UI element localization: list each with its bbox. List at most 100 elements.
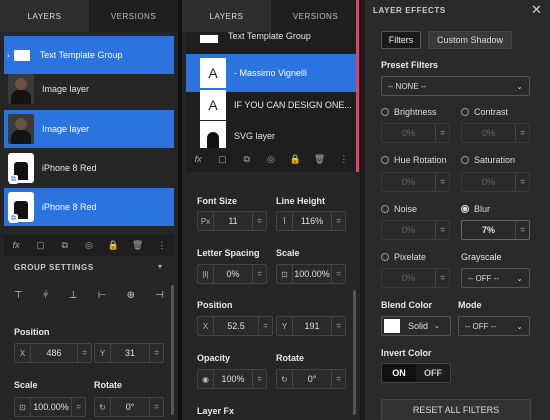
contrast-option[interactable]: Contrast [461, 107, 508, 117]
stepper-icon[interactable]: ≑ [435, 269, 449, 287]
align-bottom-icon[interactable]: ⊥ [69, 290, 78, 301]
noise-option[interactable]: Noise [381, 204, 417, 214]
hue-rotation-option[interactable]: Hue Rotation [381, 155, 447, 165]
position-y-input[interactable]: Y 31 ≑ [94, 343, 164, 363]
invert-toggle[interactable]: ON OFF [381, 363, 451, 383]
stepper-icon[interactable]: ≑ [435, 221, 449, 239]
grayscale-value: -- OFF -- [468, 273, 500, 283]
tab-layers[interactable]: LAYERS [182, 0, 271, 32]
more-icon[interactable]: ⋮ [155, 240, 169, 251]
mask-icon[interactable]: ▢ [33, 240, 47, 251]
stepper-icon[interactable]: ≑ [258, 317, 272, 335]
align-left-icon[interactable]: ⊢ [98, 290, 107, 301]
pixelate-input[interactable]: 0% ≑ [381, 268, 450, 288]
chevron-right-icon[interactable]: › [7, 51, 10, 60]
grayscale-select[interactable]: -- OFF -- ⌄ [461, 268, 530, 288]
align-center-icon[interactable]: ⊕ [127, 290, 135, 301]
layer-row-image[interactable]: Image layer [4, 110, 174, 148]
stepper-icon[interactable]: ≑ [149, 398, 163, 416]
stepper-icon[interactable]: ≑ [331, 212, 345, 230]
visibility-icon[interactable]: ◎ [82, 240, 96, 251]
tab-filters[interactable]: Filters [381, 31, 421, 49]
stepper-icon[interactable]: ≑ [77, 344, 91, 362]
font-size-input[interactable]: Px 11 ≑ [197, 211, 267, 231]
mode-select[interactable]: -- OFF -- ⌄ [458, 316, 530, 336]
rotate-input[interactable]: ↻ 0° ≑ [94, 397, 164, 417]
blend-color-mode: Solid [408, 321, 429, 331]
layer-row-image[interactable]: Image layer [4, 70, 174, 108]
mask-icon[interactable]: ▢ [215, 154, 229, 165]
stepper-icon[interactable]: ≑ [515, 221, 529, 239]
pixelate-option[interactable]: Pixelate [381, 252, 426, 262]
scale-value: 100.00% [33, 402, 69, 412]
stepper-icon[interactable]: ≑ [331, 370, 345, 388]
saturation-input[interactable]: 0% ≑ [461, 172, 530, 192]
scale-icon: ⊡ [277, 265, 293, 283]
fx-icon[interactable]: fx [9, 240, 23, 250]
stepper-icon[interactable]: ≑ [515, 124, 529, 142]
stepper-icon[interactable]: ≑ [252, 370, 266, 388]
noise-input[interactable]: 0% ≑ [381, 220, 450, 240]
blend-color-picker[interactable]: Solid ⌄ [381, 316, 451, 336]
opacity-input[interactable]: ◉ 100% ≑ [197, 369, 267, 389]
stepper-icon[interactable]: ≑ [331, 317, 345, 335]
tab-custom-shadow[interactable]: Custom Shadow [428, 31, 512, 49]
position-y-input[interactable]: Y 191 ≑ [276, 316, 346, 336]
brightness-option[interactable]: Brightness [381, 107, 437, 117]
scrollbar[interactable] [353, 290, 356, 415]
stepper-icon[interactable]: ≑ [71, 398, 85, 416]
scale-input[interactable]: ⊡ 100.00% ≑ [276, 264, 346, 284]
rotate-icon: ↻ [95, 398, 111, 416]
duplicate-icon[interactable]: ⧉ [240, 154, 254, 165]
trash-icon[interactable]: 🗑 [313, 154, 327, 165]
visibility-icon[interactable]: ◎ [264, 154, 278, 165]
layer-row-iphone[interactable]: iPhone 8 Red ⧉ [4, 188, 174, 226]
duplicate-icon[interactable]: ⧉ [58, 240, 72, 251]
more-icon[interactable]: ⋮ [337, 154, 351, 165]
tab-versions[interactable]: VERSIONS [89, 0, 178, 32]
layer-row-iphone[interactable]: iPhone 8 Red ⧉ [4, 149, 174, 187]
tab-versions[interactable]: VERSIONS [271, 0, 360, 32]
chevron-down-icon: ⌄ [516, 273, 523, 283]
lock-icon[interactable]: 🔒 [288, 154, 302, 165]
rotate-input[interactable]: ↻ 0° ≑ [276, 369, 346, 389]
collapse-icon[interactable]: ▾ [158, 262, 162, 271]
line-height-value: 116% [300, 216, 324, 226]
stepper-icon[interactable]: ≑ [149, 344, 163, 362]
layer-row-group[interactable]: › Text Template Group [4, 36, 174, 74]
scale-input[interactable]: ⊡ 100.00% ≑ [14, 397, 86, 417]
invert-off-button[interactable]: OFF [416, 364, 450, 382]
stepper-icon[interactable]: ≑ [252, 212, 266, 230]
brightness-input[interactable]: 0% ≑ [381, 123, 450, 143]
reset-all-filters-button[interactable]: RESET ALL FILTERS [381, 399, 531, 420]
line-height-input[interactable]: Ī 116% ≑ [276, 211, 346, 231]
contrast-input[interactable]: 0% ≑ [461, 123, 530, 143]
position-x-input[interactable]: X 486 ≑ [14, 343, 92, 363]
stepper-icon[interactable]: ≑ [515, 173, 529, 191]
invert-on-button[interactable]: ON [382, 364, 416, 382]
preset-filters-select[interactable]: -- NONE -- ⌄ [381, 76, 530, 96]
scrollbar[interactable] [171, 285, 174, 415]
blur-option[interactable]: Blur [461, 204, 490, 214]
color-swatch[interactable] [384, 319, 400, 333]
layer-name: iPhone 8 Red [42, 202, 97, 212]
stepper-icon[interactable]: ≑ [331, 265, 345, 283]
stepper-icon[interactable]: ≑ [252, 265, 266, 283]
layer-row-group[interactable]: Text Template Group [186, 32, 356, 46]
align-middle-icon[interactable]: ⫩ [43, 290, 49, 301]
saturation-option[interactable]: Saturation [461, 155, 515, 165]
fx-icon[interactable]: fx [191, 154, 205, 164]
align-right-icon[interactable]: ⊣ [155, 290, 164, 301]
lock-icon[interactable]: 🔒 [106, 240, 120, 251]
letter-spacing-input[interactable]: |I| 0% ≑ [197, 264, 267, 284]
stepper-icon[interactable]: ≑ [435, 173, 449, 191]
hue-rotation-input[interactable]: 0% ≑ [381, 172, 450, 192]
position-x-input[interactable]: X 52.5 ≑ [197, 316, 273, 336]
position-x-value: 52.5 [227, 321, 245, 331]
stepper-icon[interactable]: ≑ [435, 124, 449, 142]
close-icon[interactable]: ✕ [531, 2, 542, 18]
trash-icon[interactable]: 🗑 [131, 240, 145, 251]
align-top-icon[interactable]: ⊤ [14, 290, 23, 301]
blur-input[interactable]: 7% ≑ [461, 220, 530, 240]
tab-layers[interactable]: LAYERS [0, 0, 89, 32]
